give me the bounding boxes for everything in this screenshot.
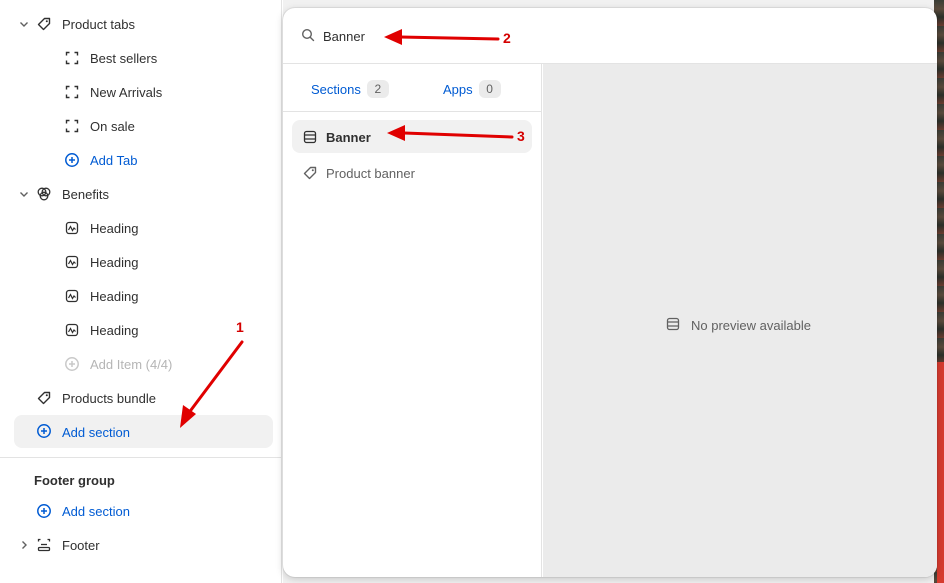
sidebar-item-label: Footer xyxy=(62,537,100,553)
image-icon xyxy=(64,322,80,338)
count-badge: 2 xyxy=(366,80,389,98)
image-icon xyxy=(64,288,80,304)
sidebar-item-heading[interactable]: Heading xyxy=(0,281,282,311)
preview-pane: No preview available xyxy=(543,64,937,577)
sidebar-item-best-sellers[interactable]: Best sellers xyxy=(0,43,282,73)
divider xyxy=(0,457,282,458)
sidebar-item-label: Heading xyxy=(90,254,139,270)
footer-add-section-button[interactable]: Add section xyxy=(0,496,282,526)
tab-label: Apps xyxy=(443,81,473,97)
annotation-number: 1 xyxy=(236,319,244,335)
footer-layout-icon xyxy=(36,537,52,553)
tab-bar: Sections 2 Apps 0 xyxy=(283,64,542,112)
sidebar: Product tabs Best sellers New Arrivals O… xyxy=(0,0,282,583)
sidebar-item-label: Best sellers xyxy=(90,50,158,66)
search-input[interactable] xyxy=(323,24,883,48)
no-preview-message: No preview available xyxy=(665,316,811,335)
sidebar-item-product-tabs[interactable]: Product tabs xyxy=(0,9,282,39)
tag-icon xyxy=(302,165,318,181)
sidebar-item-label: New Arrivals xyxy=(90,84,163,100)
add-tab-button[interactable]: Add Tab xyxy=(0,145,282,175)
add-section-popover: Sections 2 Apps 0 Banner Product banner xyxy=(283,8,937,577)
plus-circle-icon xyxy=(36,423,52,439)
plus-circle-icon xyxy=(64,152,80,168)
sidebar-item-on-sale[interactable]: On sale xyxy=(0,111,282,141)
add-tab-label: Add Tab xyxy=(90,152,138,168)
add-section-label: Add section xyxy=(62,503,130,519)
result-item-banner[interactable]: Banner xyxy=(292,120,532,153)
image-icon xyxy=(64,254,80,270)
sidebar-item-label: Heading xyxy=(90,322,139,338)
tab-sections[interactable]: Sections 2 xyxy=(311,79,389,99)
sidebar-item-products-bundle[interactable]: Products bundle xyxy=(0,383,282,413)
sidebar-item-benefits[interactable]: Benefits xyxy=(0,179,282,209)
sidebar-item-label: Products bundle xyxy=(62,390,156,406)
tab-label: Sections xyxy=(311,81,361,97)
annotation-number: 3 xyxy=(517,128,525,144)
chevron-right-icon[interactable] xyxy=(18,539,30,551)
tag-icon xyxy=(36,16,52,32)
image-icon xyxy=(64,220,80,236)
sidebar-item-footer[interactable]: Footer xyxy=(0,530,282,560)
add-section-label: Add section xyxy=(62,425,130,440)
sidebar-item-heading[interactable]: Heading xyxy=(0,247,282,277)
results-pane: Sections 2 Apps 0 Banner Product banner xyxy=(283,64,542,577)
no-preview-text: No preview available xyxy=(691,318,811,333)
plus-circle-icon xyxy=(64,356,80,372)
add-item-label: Add Item (4/4) xyxy=(90,356,173,372)
footer-group-title: Footer group xyxy=(34,473,115,488)
sidebar-item-heading[interactable]: Heading xyxy=(0,213,282,243)
sidebar-item-label: On sale xyxy=(90,118,135,134)
result-label: Product banner xyxy=(326,166,415,181)
add-section-button[interactable]: Add section xyxy=(14,415,273,448)
sidebar-item-new-arrivals[interactable]: New Arrivals xyxy=(0,77,282,107)
block-icon xyxy=(64,118,80,134)
preview-banner-edge xyxy=(937,362,944,583)
sidebar-item-label: Benefits xyxy=(62,186,109,202)
sidebar-item-label: Heading xyxy=(90,220,139,236)
sidebar-item-label: Heading xyxy=(90,288,139,304)
annotation-number: 2 xyxy=(503,30,511,46)
section-icon xyxy=(302,129,318,145)
count-badge: 0 xyxy=(478,80,501,98)
chevron-down-icon[interactable] xyxy=(18,188,30,200)
block-icon xyxy=(64,84,80,100)
add-item-button: Add Item (4/4) xyxy=(0,349,282,379)
block-icon xyxy=(64,50,80,66)
section-icon xyxy=(665,316,681,335)
result-item-product-banner[interactable]: Product banner xyxy=(292,156,532,189)
plus-circle-icon xyxy=(36,503,52,519)
search-bar xyxy=(283,8,937,64)
tab-apps[interactable]: Apps 0 xyxy=(443,79,501,99)
sidebar-item-label: Product tabs xyxy=(62,16,135,32)
benefits-icon xyxy=(36,186,52,202)
chevron-down-icon[interactable] xyxy=(18,18,30,30)
tag-icon xyxy=(36,390,52,406)
search-icon xyxy=(301,28,315,45)
result-label: Banner xyxy=(326,130,371,145)
